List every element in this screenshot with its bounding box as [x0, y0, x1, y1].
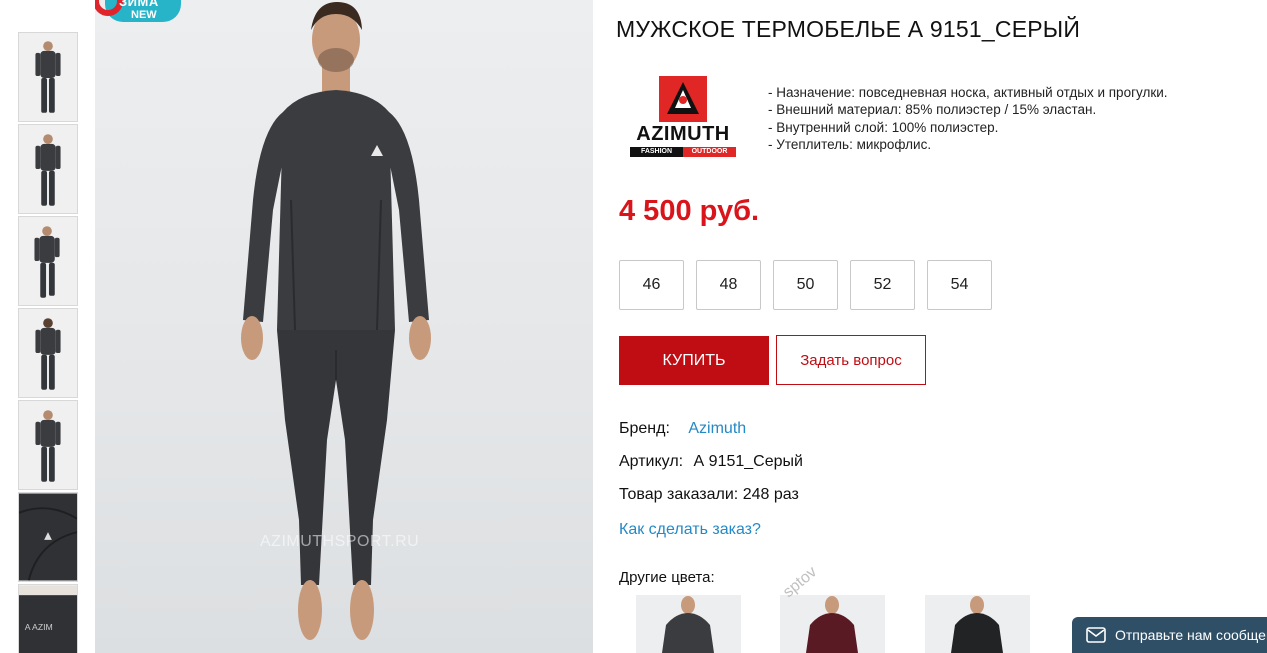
product-price: 4 500 руб.: [619, 195, 760, 227]
waistband-closeup-icon: A AZIM: [19, 585, 77, 653]
svg-text:A AZIM: A AZIM: [25, 622, 53, 632]
product-title: МУЖСКОЕ ТЕРМОБЕЛЬЕ А 9151_СЕРЫЙ: [616, 16, 1081, 42]
color-option-grey[interactable]: [636, 595, 741, 653]
feature-item: - Внутренний слой: 100% полиэстер.: [768, 119, 999, 135]
chat-label: Отправьте нам сообщение: [1115, 627, 1267, 643]
ask-question-button[interactable]: Задать вопрос: [776, 335, 926, 385]
badge-line1: ЗИМА: [119, 0, 159, 9]
thumbnail-5[interactable]: [18, 400, 78, 490]
model-figure-icon: [19, 125, 77, 213]
brand-label: Бренд:: [619, 420, 670, 437]
color-option-black[interactable]: [925, 595, 1030, 653]
article-value: А 9151_Серый: [693, 453, 803, 470]
how-to-order-link[interactable]: Как сделать заказ?: [619, 521, 761, 538]
feature-list: - Назначение: повседневная носка, активн…: [768, 84, 1168, 153]
how-to-order-row: Как сделать заказ?: [619, 521, 761, 539]
model-figure-icon: [19, 401, 77, 489]
ordered-count: Товар заказали: 248 раз: [619, 486, 799, 503]
badge-line2: NEW: [131, 9, 157, 21]
brand-logo-tagline: FASHION OUTDOOR: [630, 147, 736, 157]
fabric-closeup-icon: [19, 493, 77, 581]
article-label: Артикул:: [619, 453, 684, 470]
chat-widget-button[interactable]: Отправьте нам сообщение: [1072, 617, 1267, 653]
brand-logo-name: AZIMUTH: [636, 123, 730, 145]
feature-item: - Внешний материал: 85% полиэстер / 15% …: [768, 102, 1097, 118]
thumbnail-gallery: A AZIM: [18, 32, 78, 653]
brand-logo-tag-right: OUTDOOR: [683, 147, 736, 157]
size-option-52[interactable]: 52: [850, 260, 915, 310]
photo-watermark: AZIMUTHSPORT.RU: [260, 533, 420, 550]
envelope-icon: [1086, 627, 1106, 643]
article-row: Артикул: А 9151_Серый: [619, 453, 803, 471]
color-option-burgundy[interactable]: [780, 595, 885, 653]
thumbnail-4[interactable]: [18, 308, 78, 398]
size-option-50[interactable]: 50: [773, 260, 838, 310]
model-figure-icon: [19, 309, 77, 397]
feature-item: - Утеплитель: микрофлис.: [768, 136, 932, 152]
thumbnail-6[interactable]: [18, 492, 78, 582]
feature-item: - Назначение: повседневная носка, активн…: [768, 85, 1168, 100]
other-colors-label: Другие цвета:: [619, 569, 715, 586]
thumbnail-7[interactable]: A AZIM: [18, 584, 78, 653]
model-figure-icon: [19, 217, 77, 305]
main-product-photo[interactable]: ЗИМА NEW AZIMUTHSPORT.RU: [95, 0, 593, 653]
brand-logo[interactable]: AZIMUTH FASHION OUTDOOR: [629, 76, 737, 158]
size-option-54[interactable]: 54: [927, 260, 992, 310]
size-option-48[interactable]: 48: [696, 260, 761, 310]
brand-link[interactable]: Azimuth: [688, 420, 746, 437]
model-figure-icon: [19, 33, 77, 121]
model-in-thermal-underwear: [241, 2, 431, 640]
brand-emblem-icon: [659, 76, 707, 122]
size-option-46[interactable]: 46: [619, 260, 684, 310]
thumbnail-3[interactable]: [18, 216, 78, 306]
winter-new-badge: ЗИМА NEW: [95, 0, 183, 30]
brand-logo-tag-left: FASHION: [630, 147, 683, 157]
size-selector: 46 48 50 52 54: [619, 260, 1004, 310]
brand-row: Бренд: Azimuth: [619, 420, 746, 438]
thumbnail-2[interactable]: [18, 124, 78, 214]
thumbnail-1[interactable]: [18, 32, 78, 122]
buy-button[interactable]: КУПИТЬ: [619, 336, 769, 385]
